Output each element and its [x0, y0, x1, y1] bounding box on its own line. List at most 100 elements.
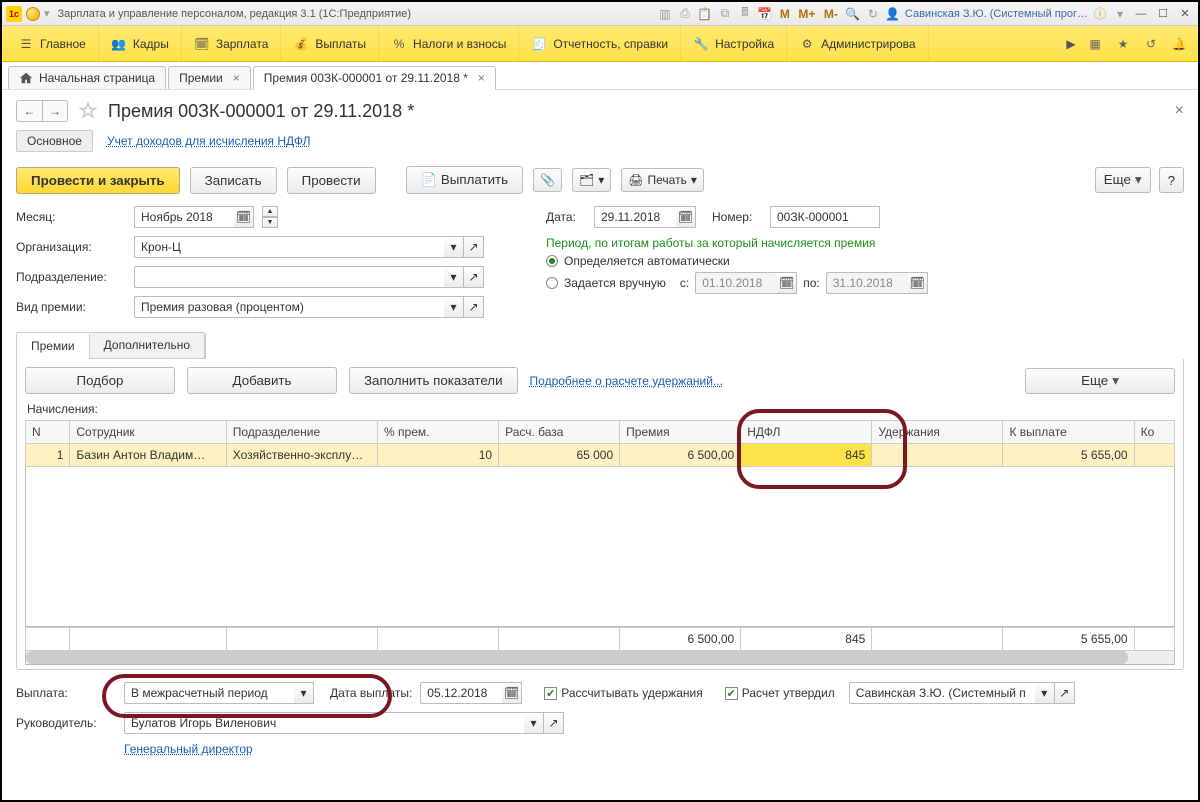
menu-admin[interactable]: ⚙Администрирова: [787, 26, 928, 61]
tab-home[interactable]: Начальная страница: [8, 66, 166, 89]
col-base[interactable]: Расч. база: [499, 421, 620, 444]
calc-ded-checkbox[interactable]: Рассчитывать удержания: [544, 686, 702, 700]
post-and-close-button[interactable]: Провести и закрыть: [16, 167, 180, 194]
tab-document[interactable]: Премия 00ЗК-000001 от 29.11.2018 * ×: [253, 66, 496, 90]
cell-pay[interactable]: 5 655,00: [1003, 444, 1134, 467]
org-dropdown-icon[interactable]: ▾: [444, 236, 464, 258]
menu-vyplaty[interactable]: 💰Выплаты: [281, 26, 379, 61]
bonus-type-value[interactable]: Премия разовая (процентом): [134, 296, 444, 318]
month-calendar-icon[interactable]: 🗓: [234, 206, 254, 228]
cell-ndfl[interactable]: 845: [741, 444, 872, 467]
subsection-ndfl-link[interactable]: Учет доходов для исчисления НДФЛ: [107, 134, 311, 148]
nav-back-button[interactable]: ←: [16, 100, 42, 122]
month-spinner[interactable]: ▲▼: [262, 206, 278, 228]
compare-icon[interactable]: ⧉: [717, 6, 733, 22]
info-icon[interactable]: ⓘ: [1092, 6, 1108, 22]
dept-field[interactable]: ▾ ↗: [134, 266, 484, 288]
tab-premii[interactable]: Премии ×: [168, 66, 251, 89]
menu-settings[interactable]: 🔧Настройка: [681, 26, 787, 61]
menu-zarplata[interactable]: 🗓Зарплата: [182, 26, 282, 61]
tab-close-icon[interactable]: ×: [478, 71, 485, 85]
add-button[interactable]: Добавить: [187, 367, 337, 394]
radio-manual[interactable]: Задается вручную с: 01.10.2018 🗓 по: 31.…: [546, 272, 1106, 294]
cell-bonus[interactable]: 6 500,00: [620, 444, 741, 467]
maximize-button[interactable]: ☐: [1154, 6, 1172, 22]
radio-auto[interactable]: Определяется автоматически: [546, 254, 1106, 268]
more-button[interactable]: Еще▾: [1095, 167, 1151, 193]
write-button[interactable]: Записать: [190, 167, 277, 194]
cell-pct[interactable]: 10: [378, 444, 499, 467]
innertab-premii[interactable]: Премии: [17, 334, 90, 359]
app-menu-icon[interactable]: [26, 7, 40, 21]
payout-dropdown-icon[interactable]: ▾: [294, 682, 314, 704]
cell-dept[interactable]: Хозяйственно-эксплу…: [226, 444, 377, 467]
dept-value[interactable]: [134, 266, 444, 288]
bonus-type-open-icon[interactable]: ↗: [464, 296, 484, 318]
org-field[interactable]: Крон-Ц ▾ ↗: [134, 236, 484, 258]
tab-close-icon[interactable]: ×: [233, 71, 240, 85]
print-icon[interactable]: ⎙: [677, 6, 693, 22]
fill-button[interactable]: Заполнить показатели: [349, 367, 518, 394]
close-button[interactable]: ✕: [1176, 6, 1194, 22]
clipboard-icon[interactable]: 📋: [697, 6, 713, 22]
current-user[interactable]: Савинская З.Ю. (Системный прог…: [905, 8, 1088, 20]
approver-dropdown-icon[interactable]: ▾: [1035, 682, 1055, 704]
grid-hscrollbar[interactable]: [25, 651, 1175, 665]
zoom-icon[interactable]: 🔍: [845, 6, 861, 22]
menu-reports[interactable]: 🧾Отчетность, справки: [519, 26, 681, 61]
menubar-next-icon[interactable]: ▶: [1066, 37, 1076, 51]
col-pay[interactable]: К выплате: [1003, 421, 1134, 444]
info-dropdown-icon[interactable]: ▾: [1112, 6, 1128, 22]
menu-kadry[interactable]: 👥Кадры: [99, 26, 182, 61]
approved-checkbox[interactable]: Расчет утвердил: [725, 686, 835, 700]
bonus-type-field[interactable]: Премия разовая (процентом) ▾ ↗: [134, 296, 484, 318]
approver-field[interactable]: Савинская З.Ю. (Системный п ▾ ↗: [849, 682, 1075, 704]
col-ndfl[interactable]: НДФЛ: [741, 421, 872, 444]
cell-ded[interactable]: [872, 444, 1003, 467]
col-n[interactable]: N: [26, 421, 70, 444]
cell-emp[interactable]: Базин Антон Владим…: [70, 444, 226, 467]
details-link[interactable]: Подробнее о расчете удержаний...: [530, 374, 723, 388]
col-pct[interactable]: % прем.: [378, 421, 499, 444]
apps-icon[interactable]: ▦: [1086, 35, 1104, 53]
help-button[interactable]: ?: [1159, 167, 1184, 193]
print-button[interactable]: 🖨 Печать▾: [621, 168, 704, 192]
head-open-icon[interactable]: ↗: [544, 712, 564, 734]
col-bonus[interactable]: Премия: [620, 421, 741, 444]
num-value[interactable]: 00ЗК-000001: [770, 206, 880, 228]
dropdown-arrow-icon[interactable]: ▾: [44, 7, 50, 20]
minimize-button[interactable]: —: [1132, 6, 1150, 22]
m-plus-button[interactable]: M+: [797, 6, 817, 22]
head-value[interactable]: Булатов Игорь Виленович: [124, 712, 524, 734]
star-icon[interactable]: ★: [1114, 35, 1132, 53]
subsection-main[interactable]: Основное: [16, 130, 93, 152]
approver-value[interactable]: Савинская З.Ю. (Системный п: [849, 682, 1035, 704]
bonus-type-dropdown-icon[interactable]: ▾: [444, 296, 464, 318]
pay-button[interactable]: 📄 Выплатить: [406, 166, 524, 194]
date-calendar-icon[interactable]: 🗓: [676, 206, 696, 228]
dept-open-icon[interactable]: ↗: [464, 266, 484, 288]
cell-extra[interactable]: [1134, 444, 1174, 467]
grid-more-button[interactable]: Еще▾: [1025, 368, 1175, 394]
pick-button[interactable]: Подбор: [25, 367, 175, 394]
nav-forward-button[interactable]: →: [42, 100, 68, 122]
document-close-icon[interactable]: ×: [1175, 102, 1184, 120]
org-open-icon[interactable]: ↗: [464, 236, 484, 258]
paydate-field[interactable]: 05.12.2018 🗓: [420, 682, 522, 704]
col-extra[interactable]: Ко: [1134, 421, 1174, 444]
calc-icon[interactable]: 🖩: [737, 6, 753, 22]
col-emp[interactable]: Сотрудник: [70, 421, 226, 444]
cell-base[interactable]: 65 000: [499, 444, 620, 467]
date-field[interactable]: 29.11.2018 🗓: [594, 206, 696, 228]
bell-icon[interactable]: 🔔: [1170, 35, 1188, 53]
innertab-more[interactable]: Дополнительно: [90, 333, 205, 358]
post-button[interactable]: Провести: [287, 167, 376, 194]
based-on-button[interactable]: 🗂▾: [572, 168, 611, 192]
paydate-value[interactable]: 05.12.2018: [420, 682, 502, 704]
approver-open-icon[interactable]: ↗: [1055, 682, 1075, 704]
preview-icon[interactable]: ▥: [657, 6, 673, 22]
menu-burger[interactable]: ☰Главное: [6, 26, 99, 61]
org-value[interactable]: Крон-Ц: [134, 236, 444, 258]
payout-value[interactable]: В межрасчетный период: [124, 682, 294, 704]
favorite-star-icon[interactable]: [78, 101, 98, 121]
